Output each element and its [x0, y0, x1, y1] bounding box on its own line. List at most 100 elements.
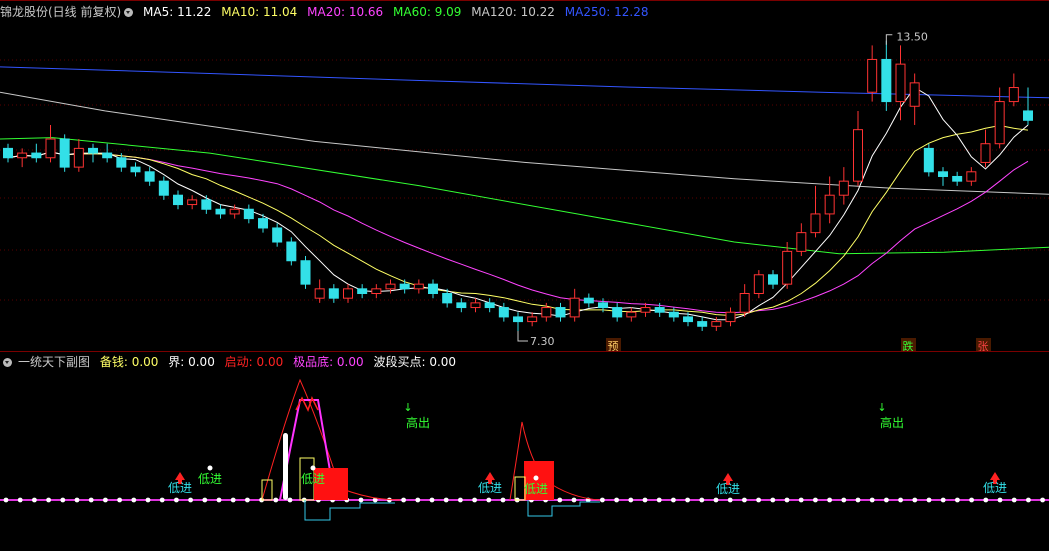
baseline-dot: [642, 497, 648, 503]
candle-up: [725, 311, 736, 323]
baseline-dot: [671, 497, 676, 503]
baseline-dot: [46, 497, 51, 503]
low-entry-signal: 低进: [478, 481, 502, 495]
candle-up: [640, 307, 651, 313]
candle-up: [73, 147, 84, 168]
ma250-line: [0, 66, 1049, 99]
baseline-dot: [472, 497, 477, 503]
candle-up: [413, 283, 424, 290]
high-pointer: [885, 34, 893, 45]
sub-indicator-chart: 低进低进 低进低进 低进 低进 低进↓高出↓高出: [0, 378, 1049, 521]
candle-down: [498, 307, 509, 318]
candle-down: [243, 208, 254, 220]
baseline-dot: [131, 497, 137, 503]
baseline-dot: [884, 497, 889, 503]
baseline-dot: [997, 497, 1003, 503]
baseline-dot: [912, 497, 918, 503]
white-dot-icon: [310, 465, 316, 471]
candle-up: [980, 143, 991, 163]
main-chart-grid: [0, 59, 1049, 301]
candle-down: [697, 321, 708, 327]
candle-up: [810, 213, 821, 234]
baseline-dot: [855, 497, 861, 503]
pane-divider: [0, 351, 1049, 352]
low-entry-signal: 低进: [198, 472, 222, 486]
beiqian-readout: 备钱: 0.00: [99, 355, 159, 369]
candle-up: [229, 208, 240, 215]
ma120-line: [0, 91, 1049, 195]
ma60-readout: MA60: 9.09: [393, 5, 462, 19]
candle-up: [470, 302, 481, 309]
candle-down: [328, 288, 339, 299]
white-dot-icon: [533, 475, 539, 481]
baseline-dot: [202, 497, 208, 503]
cyan-step: [304, 500, 395, 521]
candle-down: [59, 138, 70, 168]
dropdown-circle-icon[interactable]: [124, 8, 134, 17]
candle-up: [909, 82, 920, 107]
baseline-dot: [32, 497, 37, 503]
candle-down: [923, 147, 934, 173]
baseline-dot: [699, 497, 705, 503]
baseline-dot: [429, 497, 435, 503]
baseline-dot: [358, 497, 364, 503]
candle-up: [824, 194, 835, 215]
candle-down: [201, 199, 212, 210]
ma60-line: [0, 137, 1049, 255]
candle-up: [343, 288, 353, 299]
baseline-dot: [3, 497, 9, 503]
baseline-dot: [898, 497, 903, 503]
candle-down: [513, 316, 523, 323]
baseline-dot: [117, 497, 122, 503]
low-entry-signal: 低进: [524, 482, 548, 496]
candle-up: [17, 152, 28, 159]
candle-down: [952, 175, 963, 182]
baseline-dot: [571, 497, 577, 503]
candle-up: [541, 307, 552, 318]
low-pointer: [517, 330, 528, 342]
candle-down: [668, 311, 679, 318]
high-exit-signal: 高出: [406, 415, 430, 430]
baseline-dot: [955, 497, 960, 503]
baseline-dot: [145, 497, 151, 503]
high-exit-signal: 高出: [880, 415, 904, 430]
candle-down: [428, 283, 438, 295]
candle-down: [130, 166, 141, 173]
baseline-dot: [784, 497, 790, 503]
dropdown-circle-icon[interactable]: [3, 358, 12, 367]
baseline-dot: [813, 497, 818, 503]
candle-down: [484, 302, 495, 309]
candle-up: [314, 288, 325, 299]
candle-down: [3, 147, 13, 159]
baseline-dot: [983, 497, 989, 503]
qidong-readout: 启动: 0.00: [224, 355, 284, 369]
baseline-dot: [1011, 497, 1017, 503]
boduan-readout: 波段买点: 0.00: [373, 355, 457, 369]
stock-title[interactable]: 锦龙股份(日线 前复权): [0, 5, 121, 19]
candle-down: [144, 171, 155, 182]
candle-up: [838, 180, 849, 196]
candle-up: [385, 283, 396, 290]
baseline-dot: [798, 497, 804, 503]
candle-down: [258, 218, 268, 229]
candle-down: [768, 274, 778, 285]
candle-up: [45, 138, 56, 159]
candle-down: [215, 208, 226, 215]
baseline-dot: [969, 497, 974, 503]
baseline-dot: [216, 497, 222, 503]
baseline-dot: [159, 497, 165, 503]
baseline-dot: [656, 497, 662, 503]
jipindi-readout: 极品底: 0.00: [293, 355, 364, 369]
main-chart-header: 锦龙股份(日线 前复权) MA5: 11.22 MA10: 11.04 MA20…: [0, 3, 654, 21]
baseline-dot: [415, 497, 421, 503]
ma120-readout: MA120: 10.22: [471, 5, 555, 19]
down-arrow-icon: ↓: [877, 401, 886, 414]
sub-chart-header: 一统天下副图 备钱: 0.00 界: 0.00 启动: 0.00 极品底: 0.…: [0, 353, 462, 371]
ma250-readout: MA250: 12.28: [564, 5, 649, 19]
baseline-dot: [614, 497, 619, 503]
baseline-dot: [230, 497, 236, 503]
indicator-title[interactable]: 一统天下副图: [18, 355, 90, 369]
candle-up: [1008, 87, 1019, 103]
candle-down: [442, 293, 453, 304]
baseline-dot: [600, 497, 605, 503]
